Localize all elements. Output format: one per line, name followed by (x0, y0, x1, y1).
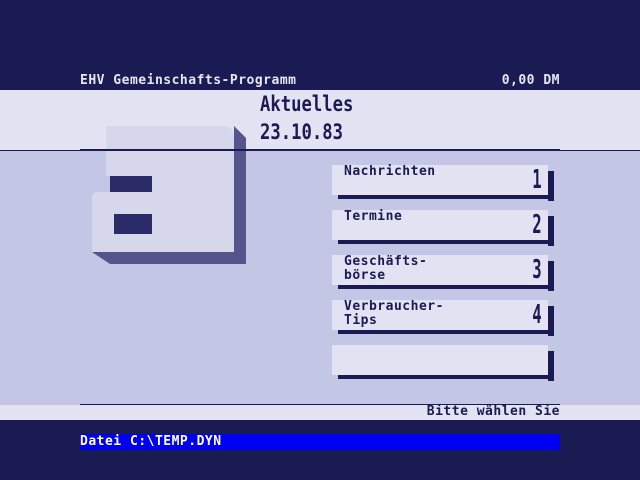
menu-item-number: 4 (532, 300, 542, 330)
button-shadow (338, 330, 554, 334)
menu-item-number: 3 (532, 255, 542, 285)
menu-item-label-line1: Geschäfts- (344, 254, 428, 269)
menu-item-label-line2: börse (344, 268, 386, 283)
menu-item-number: 1 (532, 165, 542, 195)
menu-item-geschaeftsboerse[interactable]: Geschäfts- börse 3 (332, 255, 554, 291)
page-date: 23.10.83 (260, 120, 343, 144)
header-bar: EHV Gemeinschafts-Programm 0,00 DM (80, 73, 560, 91)
menu-item-empty[interactable] (332, 345, 554, 381)
status-prompt: Bitte wählen Sie (426, 404, 560, 419)
menu-item-label-line1: Termine (344, 209, 403, 224)
button-shadow (338, 285, 554, 289)
menu-item-termine[interactable]: Termine 2 (332, 210, 554, 246)
menu-item-label-line1: Nachrichten (344, 164, 436, 179)
price-display: 0,00 DM (501, 73, 560, 88)
menu-item-nachrichten[interactable]: Nachrichten 1 (332, 165, 554, 201)
menu-item-number: 2 (532, 210, 542, 240)
file-name-bar: Datei C:\TEMP.DYN (80, 434, 560, 450)
menu-item-label-line2: Tips (344, 313, 378, 328)
menu-item-label: Verbraucher- Tips (344, 300, 444, 328)
menu-item-verbrauchertips[interactable]: Verbraucher- Tips 4 (332, 300, 554, 336)
menu-item-label-line1: Verbraucher- (344, 299, 444, 314)
button-shadow (338, 375, 554, 379)
page-title: Aktuelles (260, 92, 354, 116)
button-shadow (338, 240, 554, 244)
block-letter-a-logo (92, 126, 246, 264)
menu-item-label: Nachrichten (344, 165, 436, 179)
program-title: EHV Gemeinschafts-Programm (80, 73, 297, 88)
button-shadow (338, 195, 554, 199)
page-heading: Aktuelles 23.10.83 (260, 90, 353, 146)
menu-item-label: Geschäfts- börse (344, 255, 427, 283)
menu-item-label: Termine (344, 210, 402, 224)
heading-divider (80, 149, 560, 151)
